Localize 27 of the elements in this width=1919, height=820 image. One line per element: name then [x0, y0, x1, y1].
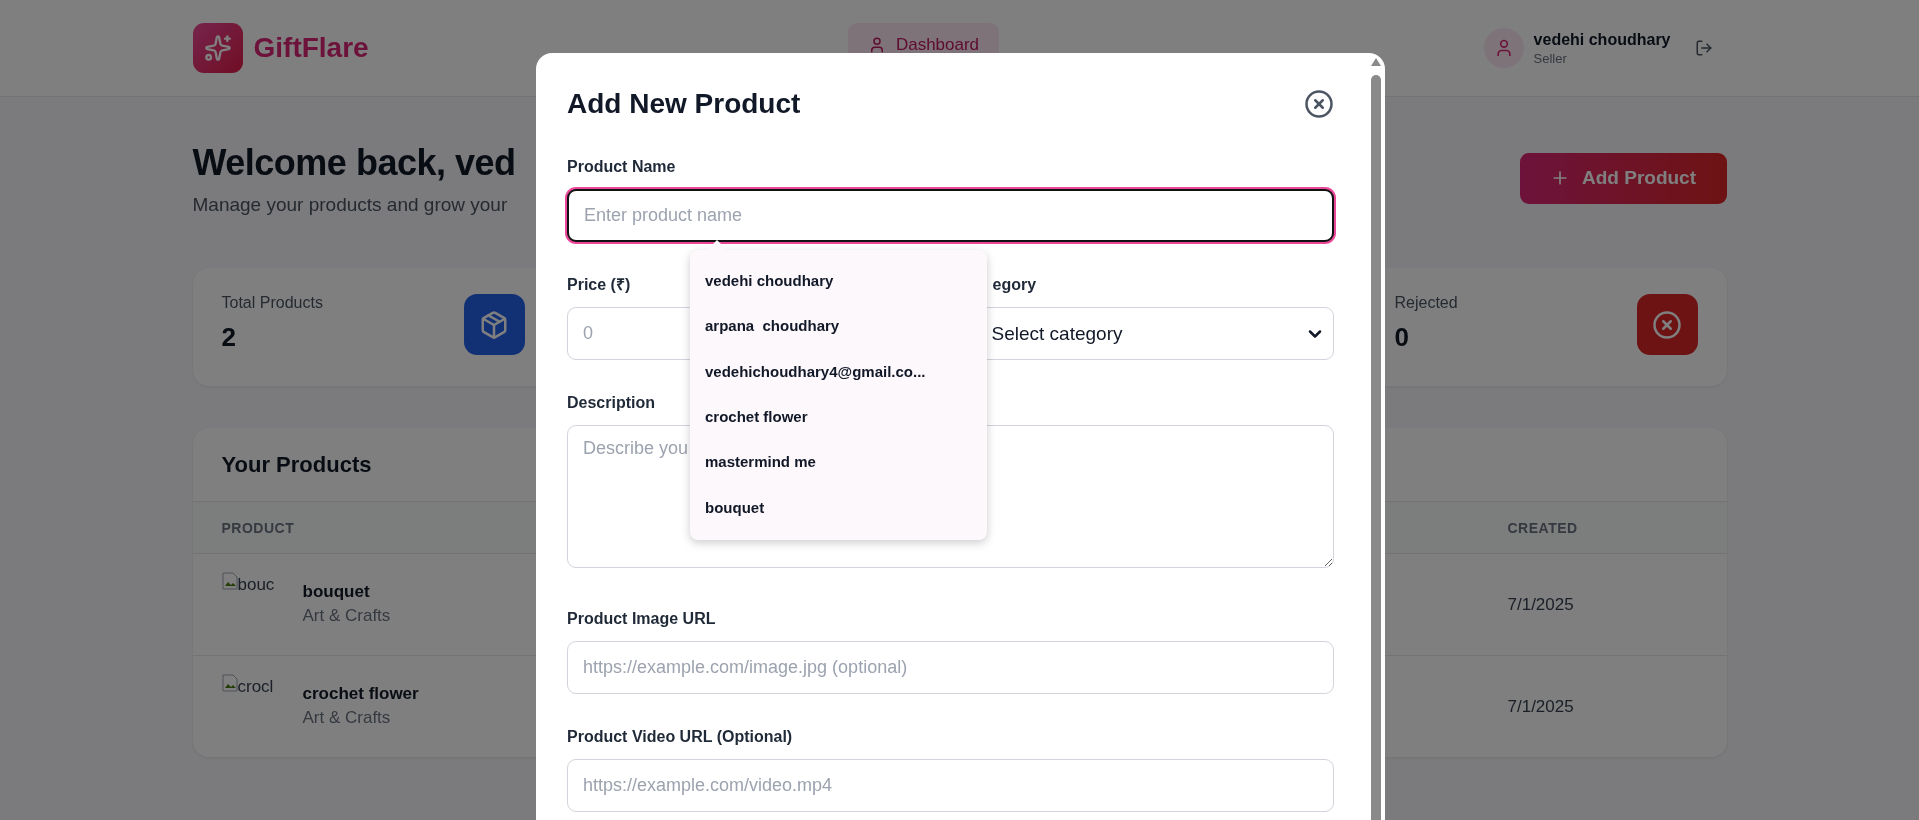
stat-label: Total Products: [221, 293, 323, 313]
field-label: egory: [991, 275, 1037, 295]
created-date: 7/1/2025: [1507, 594, 1575, 615]
product-category: Art & Crafts: [302, 707, 392, 728]
image-alt-text: crocl: [237, 676, 274, 697]
stat-value: 2: [221, 321, 237, 354]
product-name: crochet flower: [302, 683, 419, 704]
created-date: 7/1/2025: [1507, 696, 1575, 717]
user-role: Seller: [1533, 50, 1568, 66]
welcome-subtitle: Manage your products and grow your: [192, 193, 509, 217]
image-alt-text: bouc: [237, 574, 275, 595]
field-label: Price (₹): [567, 275, 631, 295]
brand-name: GiftFlare: [253, 32, 369, 64]
field-label: Description: [567, 393, 655, 413]
column-header: PRODUCT: [221, 519, 296, 536]
field-label: Product Video URL (Optional): [567, 727, 793, 747]
welcome-title: Welcome back, ved: [192, 141, 516, 185]
stat-label: Rejected: [1394, 293, 1458, 313]
stat-value: 0: [1394, 321, 1410, 354]
section-title: Your Products: [221, 451, 372, 478]
product-name: bouquet: [302, 581, 371, 602]
field-label: Product Image URL: [567, 609, 716, 629]
user-name: vedehi choudhary: [1533, 30, 1671, 49]
dialog-title: Add New Product: [567, 88, 801, 120]
column-header: CREATED: [1507, 519, 1579, 536]
field-label: Product Name: [567, 157, 676, 177]
product-category: Art & Crafts: [302, 605, 391, 626]
